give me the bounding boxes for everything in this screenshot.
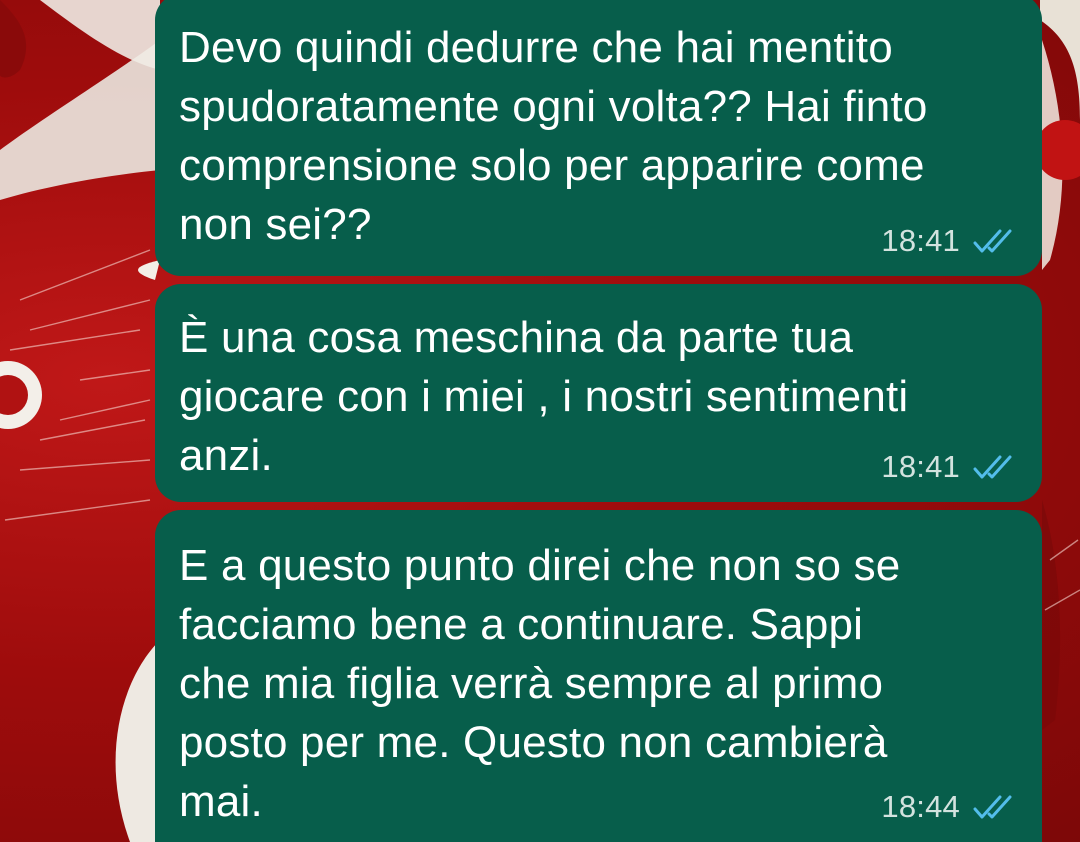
message-meta: 18:41 <box>881 450 1016 484</box>
message-text: E a questo punto direi che non so se fac… <box>179 541 901 826</box>
double-check-read-icon <box>973 795 1012 819</box>
message-text: Devo quindi dedurre che hai mentito spud… <box>179 23 928 249</box>
double-check-read-icon <box>973 229 1012 253</box>
message-meta: 18:44 <box>881 790 1016 824</box>
message-meta: 18:41 <box>881 224 1016 258</box>
message-time: 18:44 <box>881 789 960 824</box>
double-check-read-icon <box>973 455 1012 479</box>
outgoing-message-bubble[interactable]: E a questo punto direi che non so se fac… <box>155 510 1042 842</box>
outgoing-message-bubble[interactable]: È una cosa meschina da parte tua giocare… <box>155 284 1042 502</box>
message-time: 18:41 <box>881 449 960 484</box>
message-time: 18:41 <box>881 223 960 258</box>
message-list[interactable]: Devo quindi dedurre che hai mentito spud… <box>0 0 1080 842</box>
outgoing-message-bubble[interactable]: Devo quindi dedurre che hai mentito spud… <box>155 0 1042 276</box>
